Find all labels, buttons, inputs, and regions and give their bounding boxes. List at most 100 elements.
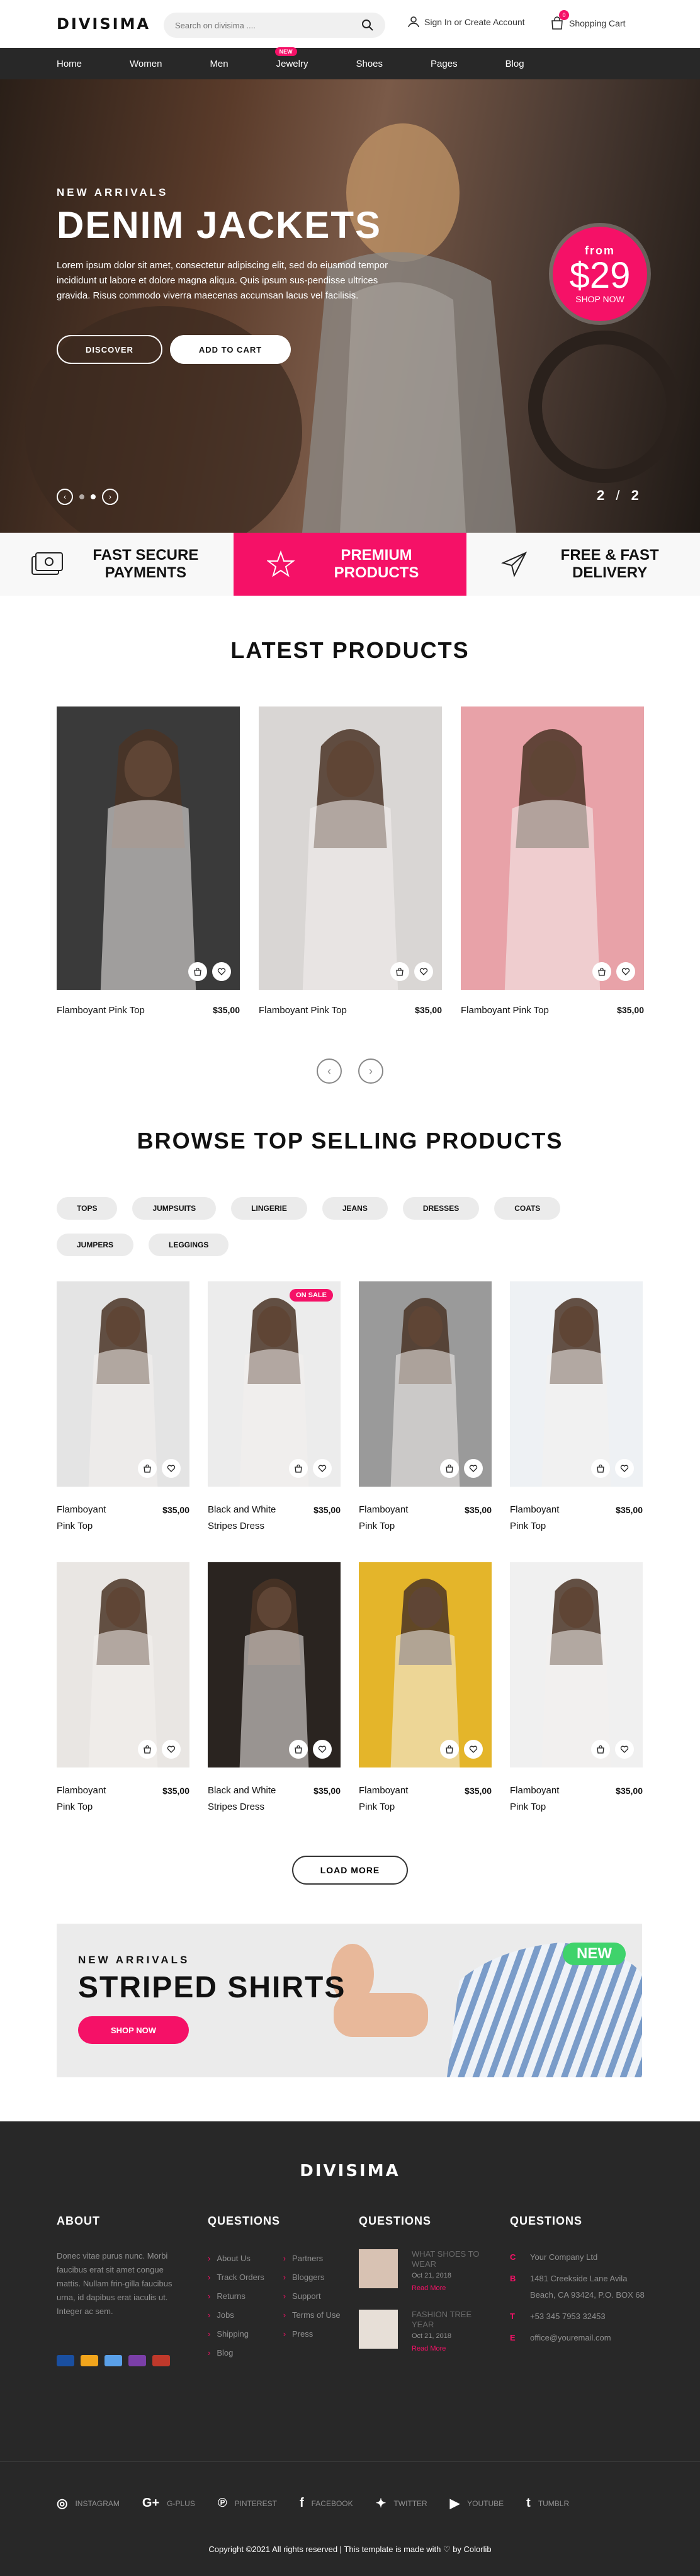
heart-icon[interactable] bbox=[616, 962, 635, 981]
next-arrow-icon[interactable]: › bbox=[358, 1058, 383, 1084]
product-image[interactable] bbox=[461, 706, 644, 990]
nav-women[interactable]: Women bbox=[130, 59, 162, 69]
account-link[interactable]: Sign In or Create Account bbox=[408, 16, 525, 28]
load-more-button[interactable]: LOAD MORE bbox=[292, 1856, 408, 1885]
heart-icon[interactable] bbox=[313, 1740, 332, 1759]
nav-men[interactable]: Men bbox=[210, 59, 228, 69]
add-to-bag-icon[interactable] bbox=[138, 1740, 157, 1759]
product-image[interactable] bbox=[208, 1562, 341, 1767]
social-link-tumblr[interactable]: t TUMBLR bbox=[526, 2496, 569, 2511]
product-image[interactable]: ON SALE bbox=[208, 1281, 341, 1487]
product-card[interactable]: Black and White Stripes Dress $35,00 bbox=[208, 1562, 341, 1815]
product-image[interactable] bbox=[259, 706, 442, 990]
product-card[interactable]: Flamboyant Pink Top $35,00 bbox=[57, 1562, 189, 1815]
add-to-bag-icon[interactable] bbox=[289, 1459, 308, 1478]
category-tag[interactable]: LEGGINGS bbox=[149, 1234, 229, 1256]
shop-now-button[interactable]: SHOP NOW bbox=[78, 2016, 189, 2044]
product-name[interactable]: Black and White Stripes Dress bbox=[208, 1783, 277, 1815]
social-link-g-plus[interactable]: G+ G-PLUS bbox=[142, 2496, 195, 2511]
product-card[interactable]: Flamboyant Pink Top $35,00 bbox=[510, 1281, 643, 1535]
product-image[interactable] bbox=[57, 706, 240, 990]
heart-icon[interactable] bbox=[615, 1459, 634, 1478]
product-name[interactable]: Flamboyant Pink Top bbox=[510, 1502, 579, 1535]
add-to-bag-icon[interactable] bbox=[289, 1740, 308, 1759]
product-card[interactable]: Flamboyant Pink Top $35,00 bbox=[359, 1562, 492, 1815]
heart-icon[interactable] bbox=[212, 962, 231, 981]
social-link-youtube[interactable]: ▶ YOUTUBE bbox=[450, 2495, 504, 2511]
add-to-bag-icon[interactable] bbox=[440, 1459, 459, 1478]
category-tag[interactable]: JUMPERS bbox=[57, 1234, 134, 1256]
footer-link[interactable]: Track Orders bbox=[208, 2268, 264, 2287]
product-card[interactable]: ON SALE Black and White Stripes Dress $35,… bbox=[208, 1281, 341, 1535]
nav-blog[interactable]: Blog bbox=[505, 59, 524, 69]
product-card[interactable]: Flamboyant Pink Top $35,00 bbox=[57, 1281, 189, 1535]
social-link-twitter[interactable]: ✦ TWITTER bbox=[376, 2495, 427, 2511]
latest-product-card[interactable]: Flamboyant Pink Top $35,00 bbox=[259, 706, 442, 1016]
price-badge[interactable]: from $29 SHOP NOW bbox=[549, 223, 651, 325]
product-image[interactable] bbox=[57, 1281, 189, 1487]
category-tag[interactable]: TOPS bbox=[57, 1197, 118, 1220]
product-card[interactable]: Flamboyant Pink Top $35,00 bbox=[510, 1562, 643, 1815]
product-name[interactable]: Black and White Stripes Dress bbox=[208, 1502, 277, 1535]
footer-logo[interactable]: DIVISIMA bbox=[0, 2162, 700, 2181]
latest-product-card[interactable]: Flamboyant Pink Top $35,00 bbox=[461, 706, 644, 1016]
add-to-bag-icon[interactable] bbox=[138, 1459, 157, 1478]
add-to-bag-icon[interactable] bbox=[440, 1740, 459, 1759]
product-name[interactable]: Flamboyant Pink Top bbox=[57, 1783, 126, 1815]
heart-icon[interactable] bbox=[162, 1740, 181, 1759]
product-image[interactable] bbox=[510, 1281, 643, 1487]
product-image[interactable] bbox=[359, 1281, 492, 1487]
product-name[interactable]: Flamboyant Pink Top bbox=[259, 1005, 347, 1016]
news-item[interactable]: FASHION TREE YEAR Oct 21, 2018 Read More bbox=[359, 2310, 510, 2352]
product-name[interactable]: Flamboyant Pink Top bbox=[57, 1005, 145, 1016]
news-read-more[interactable]: Read More bbox=[412, 2284, 494, 2292]
category-tag[interactable]: DRESSES bbox=[402, 1197, 480, 1220]
footer-link[interactable]: Support bbox=[283, 2287, 341, 2306]
heart-icon[interactable] bbox=[464, 1740, 483, 1759]
footer-link[interactable]: Terms of Use bbox=[283, 2306, 341, 2325]
heart-icon[interactable] bbox=[313, 1459, 332, 1478]
add-to-bag-icon[interactable] bbox=[592, 962, 611, 981]
latest-product-card[interactable]: Flamboyant Pink Top $35,00 bbox=[57, 706, 240, 1016]
next-arrow-icon[interactable]: › bbox=[102, 489, 118, 505]
add-to-bag-icon[interactable] bbox=[390, 962, 409, 981]
footer-link[interactable]: Blog bbox=[208, 2344, 264, 2363]
cart-link[interactable]: 0 Shopping Cart bbox=[550, 10, 626, 30]
footer-link[interactable]: Shipping bbox=[208, 2325, 264, 2344]
category-tag[interactable]: LINGERIE bbox=[231, 1197, 307, 1220]
footer-link[interactable]: Press bbox=[283, 2325, 341, 2344]
add-to-bag-icon[interactable] bbox=[591, 1740, 610, 1759]
product-name[interactable]: Flamboyant Pink Top bbox=[359, 1502, 428, 1535]
category-tag[interactable]: JUMPSUITS bbox=[132, 1197, 217, 1220]
social-link-facebook[interactable]: f FACEBOOK bbox=[300, 2496, 353, 2511]
product-name[interactable]: Flamboyant Pink Top bbox=[510, 1783, 579, 1815]
news-item[interactable]: WHAT SHOES TO WEAR Oct 21, 2018 Read Mor… bbox=[359, 2249, 510, 2292]
prev-arrow-icon[interactable]: ‹ bbox=[57, 489, 73, 505]
heart-icon[interactable] bbox=[615, 1740, 634, 1759]
product-image[interactable] bbox=[510, 1562, 643, 1767]
slider-dot[interactable] bbox=[79, 494, 84, 499]
footer-link[interactable]: Jobs bbox=[208, 2306, 264, 2325]
nav-pages[interactable]: Pages bbox=[431, 59, 458, 69]
social-link-pinterest[interactable]: ℗ PINTEREST bbox=[218, 2496, 277, 2511]
heart-icon[interactable] bbox=[162, 1459, 181, 1478]
nav-jewelry[interactable]: NEW Jewelry bbox=[274, 47, 308, 69]
category-tag[interactable]: COATS bbox=[494, 1197, 561, 1220]
category-tag[interactable]: JEANS bbox=[322, 1197, 388, 1220]
heart-icon[interactable] bbox=[414, 962, 433, 981]
add-to-cart-button[interactable]: ADD TO CART bbox=[170, 335, 291, 364]
heart-icon[interactable] bbox=[464, 1459, 483, 1478]
footer-link[interactable]: Bloggers bbox=[283, 2268, 341, 2287]
news-read-more[interactable]: Read More bbox=[412, 2345, 494, 2352]
search-icon[interactable] bbox=[361, 19, 374, 31]
product-image[interactable] bbox=[57, 1562, 189, 1767]
slider-dot-active[interactable] bbox=[91, 494, 96, 499]
nav-home[interactable]: Home bbox=[57, 59, 82, 69]
social-link-instagram[interactable]: ◎ INSTAGRAM bbox=[57, 2495, 120, 2511]
promo-banner[interactable]: NEW ARRIVALS STRIPED SHIRTS SHOP NOW NEW bbox=[57, 1924, 642, 2077]
discover-button[interactable]: DISCOVER bbox=[57, 335, 162, 364]
site-logo[interactable]: DIVISIMA bbox=[57, 15, 150, 33]
nav-shoes[interactable]: Shoes bbox=[356, 59, 383, 69]
product-card[interactable]: Flamboyant Pink Top $35,00 bbox=[359, 1281, 492, 1535]
footer-link[interactable]: Partners bbox=[283, 2249, 341, 2268]
